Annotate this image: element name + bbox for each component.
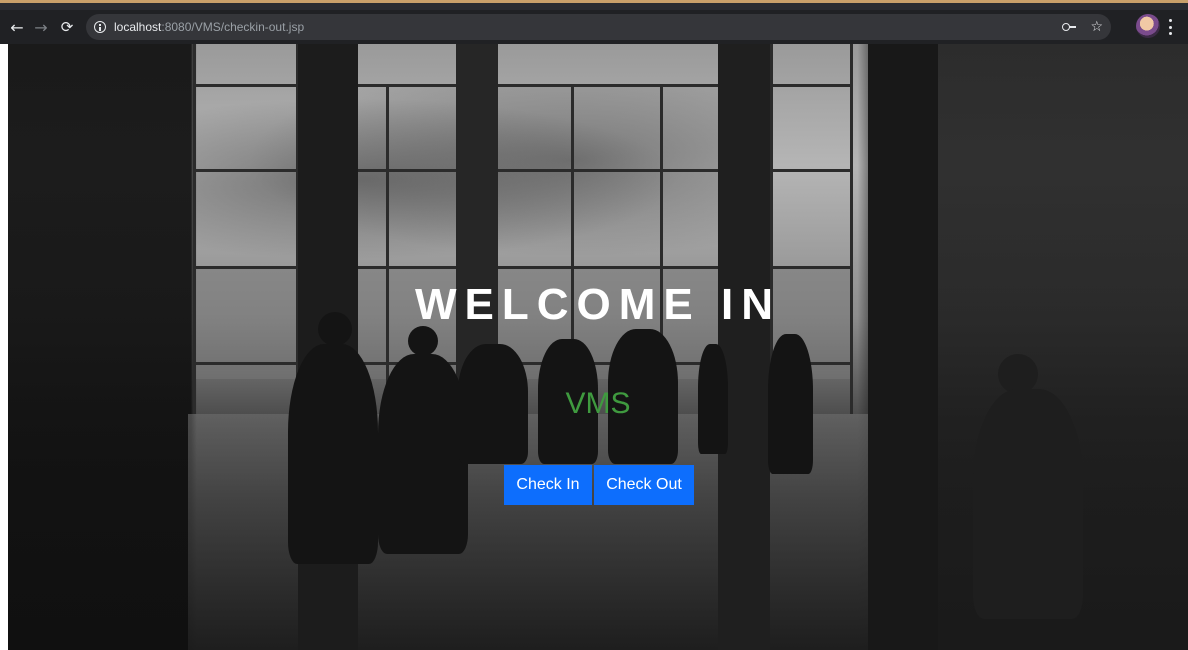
url-text[interactable]: localhost:8080/VMS/checkin-out.jsp <box>114 20 304 34</box>
page-title: WELCOME IN <box>415 280 781 329</box>
hero-section: WELCOME IN VMS Check In Check Out <box>8 44 1188 650</box>
arrow-right-icon[interactable]: → <box>30 16 52 38</box>
app-name: VMS <box>565 387 631 420</box>
page-viewport: WELCOME IN VMS Check In Check Out <box>8 44 1188 650</box>
window-top-strip <box>0 0 1188 10</box>
key-icon[interactable] <box>1062 23 1077 31</box>
info-icon[interactable] <box>94 21 106 33</box>
address-bar[interactable]: localhost:8080/VMS/checkin-out.jsp ☆ <box>86 14 1111 40</box>
avatar[interactable] <box>1136 14 1160 38</box>
address-bar-actions: ☆ <box>1062 14 1103 40</box>
star-icon[interactable]: ☆ <box>1090 20 1103 34</box>
more-vertical-icon[interactable] <box>1168 19 1172 35</box>
url-path: :8080/VMS/checkin-out.jsp <box>161 20 305 34</box>
check-in-button[interactable]: Check In <box>504 465 592 505</box>
url-host: localhost <box>114 20 162 34</box>
action-buttons: Check In Check Out <box>504 465 694 505</box>
arrow-left-icon[interactable]: ← <box>6 16 28 38</box>
check-out-button[interactable]: Check Out <box>594 465 694 505</box>
browser-toolbar: ← → ⟳ localhost:8080/VMS/checkin-out.jsp… <box>0 10 1188 44</box>
reload-icon[interactable]: ⟳ <box>56 16 78 38</box>
